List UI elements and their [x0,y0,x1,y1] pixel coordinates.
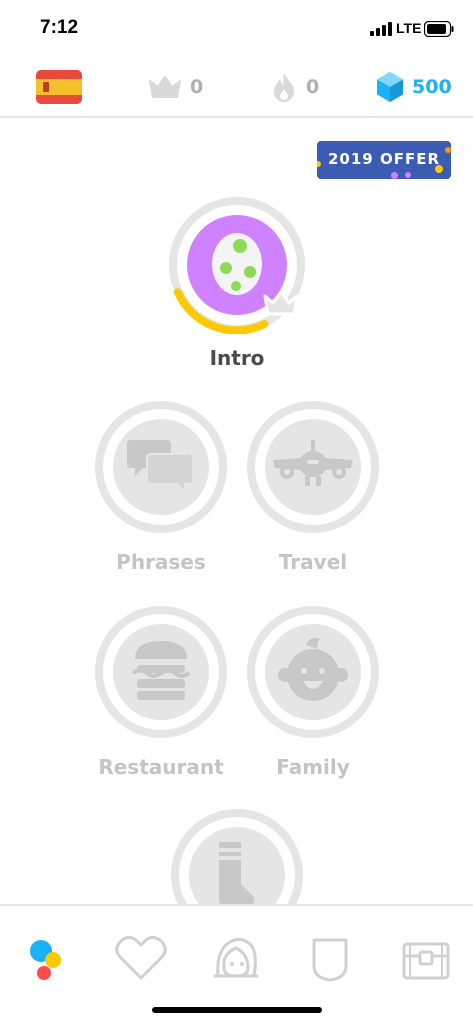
skill-family[interactable] [246,605,380,739]
burger-icon [131,641,191,700]
profile-icon[interactable] [206,928,266,988]
network-label: LTE [396,20,422,36]
crown-icon [263,290,299,316]
heart-icon[interactable] [111,928,171,988]
flame-icon [274,73,294,102]
skill-restaurant[interactable] [94,605,228,739]
skill-intro[interactable] [168,196,306,335]
airplane-icon [273,440,353,486]
gem-icon [377,72,403,102]
chest-icon[interactable] [396,928,456,988]
skill-family-label: Family [276,755,350,779]
skill-intro-label: Intro [209,346,265,370]
home-indicator[interactable] [152,1007,322,1013]
skill-travel-label: Travel [278,550,348,574]
speech-bubbles-icon [127,440,194,494]
shield-icon[interactable] [300,928,360,988]
gems-stat[interactable]: 500 [376,70,452,104]
skill-phrases[interactable] [94,400,228,534]
status-bar: 7:12 LTE [0,0,473,56]
streak-stat[interactable]: 0 [270,70,319,104]
status-time: 7:12 [40,17,79,38]
stats-bar: 0 0 500 [0,56,473,118]
crown-icon [149,76,181,98]
sock-icon [219,842,255,908]
battery-icon [424,21,454,37]
egg-icon [212,233,262,295]
skill-travel[interactable] [246,400,380,534]
baby-face-icon [278,637,348,701]
learn-icon[interactable] [14,928,74,988]
bottom-nav [0,904,473,1024]
crowns-count: 0 [190,76,204,98]
spain-flag-icon[interactable] [36,70,82,104]
offer-label: 2019 OFFER [327,150,440,168]
offer-badge[interactable]: 2019 OFFER [317,141,451,179]
gems-count: 500 [412,76,452,98]
streak-count: 0 [306,76,320,98]
signal-icon [370,22,392,36]
crowns-stat[interactable]: 0 [148,70,203,104]
